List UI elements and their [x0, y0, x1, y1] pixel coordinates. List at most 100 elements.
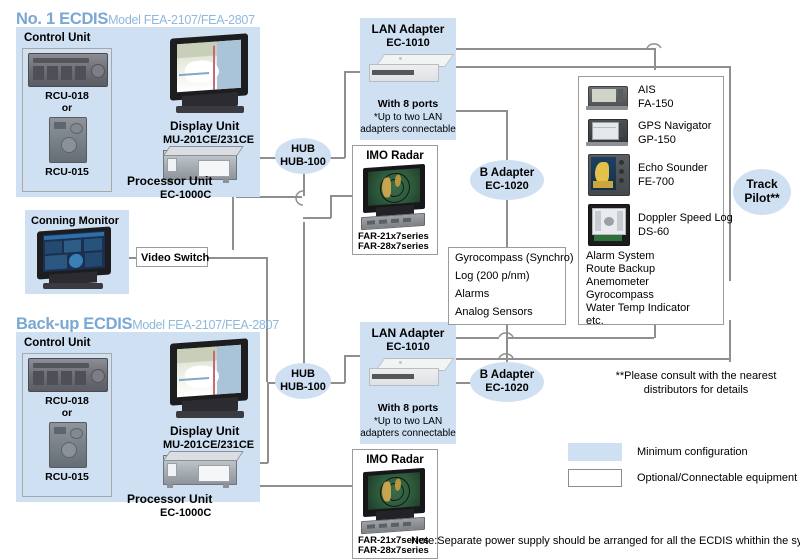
lan-adapter-note2-top: adapters connectable — [360, 124, 456, 135]
line-lan1-to-badapter1 — [506, 110, 508, 160]
echo-sounder-name: Echo Sounder — [638, 162, 708, 174]
b-adapter-top-line1: B Adapter — [479, 167, 535, 180]
legend-swatch-minimum — [568, 443, 622, 461]
processor-unit-model-2: EC-1000C — [160, 507, 212, 519]
processor-unit-label-2: Processor Unit — [127, 492, 213, 506]
line-lan2-out2 — [455, 358, 730, 360]
legend-label-optional: Optional/Connectable equipment — [637, 472, 798, 484]
gyro-item-2: Alarms — [455, 288, 490, 300]
imo-radar-title-bottom: IMO Radar — [366, 454, 424, 466]
hub-bottom-line1: HUB — [291, 368, 315, 381]
rcu-015-label-1: RCU-015 — [45, 166, 89, 178]
section-title-bold: No. 1 ECDIS — [16, 10, 109, 28]
line-to-sensorbox-top — [654, 48, 656, 70]
processor-unit-model-1: EC-1000C — [160, 189, 212, 201]
gyro-item-1: Log (200 p/nm) — [455, 270, 530, 282]
sensor-extra-3: Gyrocompass — [586, 289, 654, 301]
section-title-model: Model FEA-2107/FEA-2807 — [108, 13, 255, 27]
ecdis-system-diagram: No. 1 ECDISModel FEA-2107/FEA-2807 Contr… — [0, 0, 800, 560]
line-vs-right — [207, 257, 267, 259]
rcu-or-label-1: or — [61, 102, 73, 114]
line-proc2-to-hub2-v — [267, 382, 269, 463]
bottom-note: Note:Separate power supply should be arr… — [411, 535, 800, 547]
hub-node-bottom[interactable]: HUB HUB-100 — [275, 363, 331, 399]
rcu-015-label-2: RCU-015 — [45, 471, 89, 483]
footnote-line2: distributors for details — [643, 384, 749, 396]
display-unit-label-2: Display Unit — [170, 424, 240, 438]
doppler-name: Doppler Speed Log — [638, 212, 733, 224]
lan-adapter-title-bottom: LAN Adapter — [371, 326, 445, 340]
gps-model: GP-150 — [638, 134, 676, 146]
b-adapter-node-top[interactable]: B Adapter EC-1020 — [470, 160, 544, 200]
line-hub2-to-lan2-h — [329, 382, 345, 384]
lan-adapter-title-top: LAN Adapter — [371, 22, 445, 36]
gyro-item-3: Analog Sensors — [455, 306, 533, 318]
line-hub1-to-lan1-h — [329, 157, 345, 159]
line-lan2-out1 — [455, 337, 499, 339]
sensor-extra-4: Water Temp Indicator — [586, 302, 690, 314]
section-title-model-2: Model FEA-2107/FEA-2807 — [132, 318, 279, 332]
echo-sounder-device-icon — [586, 154, 630, 196]
ais-name: AIS — [638, 84, 656, 96]
line-sensorbox-bottom-v — [654, 325, 656, 338]
imo-radar-title-top: IMO Radar — [366, 150, 424, 162]
rcu-018-device-icon — [28, 53, 108, 87]
sensor-extra-1: Route Backup — [586, 263, 656, 275]
sensor-extra-2: Anemometer — [586, 276, 649, 288]
sensor-extra-5: etc. — [586, 315, 604, 327]
rcu-018-label-2: RCU-018 — [45, 395, 89, 407]
rcu-015-device-icon — [49, 117, 87, 163]
line-sensorbox-bottom-h — [506, 337, 654, 339]
lan-adapter-model-bottom: EC-1010 — [386, 341, 430, 353]
b-adapter-bottom-line1: B Adapter — [479, 369, 535, 382]
echo-sounder-model: FE-700 — [638, 176, 675, 188]
hub-bottom-line2: HUB-100 — [280, 381, 326, 393]
line-badapter1-to-gyro — [506, 200, 508, 247]
rcu-015-device-icon-2 — [49, 422, 87, 468]
gyro-item-0: Gyrocompass (Synchro) — [455, 252, 574, 264]
footnote-line1: **Please consult with the nearest — [615, 370, 777, 382]
legend-swatch-optional — [568, 469, 622, 487]
processor-unit-label-1: Processor Unit — [127, 174, 213, 188]
lan-adapter-model-top: EC-1010 — [386, 37, 430, 49]
line-hub1-to-radar1-h — [303, 217, 331, 219]
conning-monitor-label: Conning Monitor — [31, 215, 119, 227]
b-adapter-node-bottom[interactable]: B Adapter EC-1020 — [470, 362, 544, 402]
doppler-log-device-icon — [586, 204, 630, 248]
rcu-018-label-1: RCU-018 — [45, 90, 89, 102]
line-hub1-down — [303, 171, 305, 196]
ais-model: FA-150 — [638, 98, 674, 110]
b-adapter-bottom-line2: EC-1020 — [485, 382, 529, 395]
lan-adapter-ports-top: With 8 ports — [377, 98, 439, 110]
rcu-or-label-2: or — [61, 407, 73, 419]
control-unit-label-1: Control Unit — [24, 32, 91, 44]
lan-adapter-device-icon-top — [369, 54, 455, 92]
line-radar1-in — [330, 195, 354, 197]
line-lan1-out1 — [455, 48, 655, 50]
imo-radar-model2-bottom: FAR-28x7series — [358, 545, 429, 556]
lan-adapter-note2-bottom: adapters connectable — [360, 428, 456, 439]
lan-adapter-device-icon-bottom — [369, 358, 455, 396]
legend-label-minimum: Minimum configuration — [637, 446, 748, 458]
track-pilot-line2: Pilot** — [744, 191, 780, 205]
line-hub2-to-lan2-v — [344, 355, 346, 383]
line-right-rail-bottom — [729, 320, 731, 362]
processor-unit-device-icon-2 — [163, 449, 245, 493]
line-lan1-out2 — [455, 66, 730, 68]
rcu-018-device-icon-2 — [28, 358, 108, 392]
hub-node-top[interactable]: HUB HUB-100 — [275, 138, 331, 174]
gps-name: GPS Navigator — [638, 120, 712, 132]
doppler-model: DS-60 — [638, 226, 670, 238]
hub-top-line2: HUB-100 — [280, 156, 326, 168]
line-radar1-v — [330, 195, 332, 218]
track-pilot-node[interactable]: Track Pilot** — [733, 169, 791, 215]
b-adapter-top-line2: EC-1020 — [485, 180, 529, 193]
hub-top-line1: HUB — [291, 143, 315, 156]
imo-radar-model2-top: FAR-28x7series — [358, 241, 429, 252]
lan-adapter-ports-bottom: With 8 ports — [377, 402, 439, 414]
lan-adapter-note1-top: *Up to two LAN — [373, 112, 443, 123]
gps-device-icon — [586, 118, 630, 148]
video-switch-label: Video Switch — [141, 252, 210, 264]
line-hub1-to-hub2 — [303, 222, 305, 368]
sensor-extra-0: Alarm System — [586, 250, 655, 262]
